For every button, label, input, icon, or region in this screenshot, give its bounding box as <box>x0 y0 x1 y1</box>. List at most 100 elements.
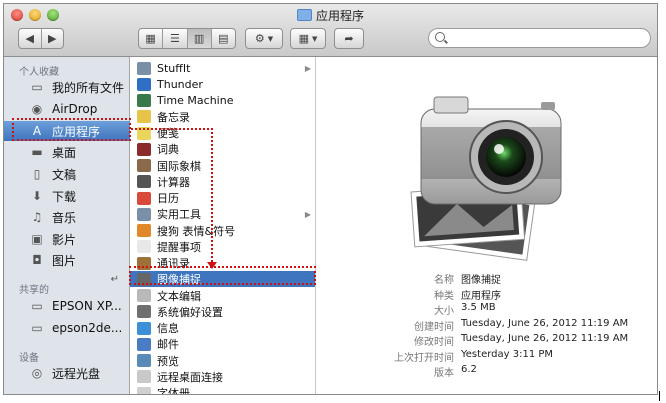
info-row: 种类 应用程序 <box>316 287 657 302</box>
pictures-icon: ◘ <box>32 253 42 267</box>
app-icon <box>137 305 151 319</box>
info-key: 名称 <box>434 275 454 286</box>
list-view-button[interactable]: ☰ <box>163 29 188 48</box>
app-icon <box>137 77 151 91</box>
sidebar-item-music[interactable]: ♫ 音乐 <box>4 207 130 227</box>
back-button[interactable]: ◀ <box>19 29 42 48</box>
app-label: 备忘录 <box>157 110 190 124</box>
sidebar-item-label: 音乐 <box>52 210 77 225</box>
grid-icon: ▦ <box>298 32 309 45</box>
arrange-menu-button[interactable]: ▦ ▼ <box>290 28 326 49</box>
action-menu-button[interactable]: ⚙ ▼ <box>245 28 283 49</box>
sidebar-section-shared: 共享的 <box>19 285 49 296</box>
desktop-icon: ▬ <box>31 145 43 159</box>
forward-button[interactable]: ▶ <box>42 29 64 48</box>
app-icon <box>137 289 151 302</box>
app-icon <box>137 370 151 384</box>
app-label: 文本编辑 <box>157 289 201 303</box>
sidebar-item-label: 影片 <box>52 232 77 247</box>
window-title-text: 应用程序 <box>315 9 364 23</box>
app-row[interactable]: 系统偏好设置 <box>130 304 315 320</box>
sidebar-item-epson-computer[interactable]: ▭ epson2de... <box>4 318 130 338</box>
music-icon: ♫ <box>31 210 43 224</box>
sidebar-section-favorites: 个人收藏 <box>19 67 59 78</box>
sidebar-item-label: 下载 <box>52 189 77 204</box>
sidebar-item-label: 我的所有文件 <box>52 80 125 95</box>
info-row: 上次打开时间 Yesterday 3:11 PM <box>316 348 657 364</box>
return-icon[interactable]: ↵ <box>111 274 119 285</box>
app-icon <box>137 94 151 107</box>
app-label: Time Machine <box>157 94 234 107</box>
sidebar-section-devices: 设备 <box>19 353 39 364</box>
annotation-arrow-path <box>131 128 213 266</box>
app-label: 系统偏好设置 <box>157 305 223 319</box>
info-key: 版本 <box>434 368 454 379</box>
info-value: 应用程序 <box>461 290 501 302</box>
sidebar-item-label: 图片 <box>52 253 77 268</box>
share-button[interactable]: ➦ <box>334 28 364 49</box>
search-field[interactable] <box>428 28 651 48</box>
sidebar-item-all-files[interactable]: ▭ 我的所有文件 <box>4 77 130 97</box>
share-icon: ➦ <box>344 32 354 45</box>
highlight-image-capture <box>129 266 316 285</box>
sidebar-item-downloads[interactable]: ⬇ 下载 <box>4 186 130 206</box>
sidebar-item-label: AirDrop <box>52 102 98 116</box>
app-icon <box>137 354 151 367</box>
info-key: 种类 <box>434 290 454 302</box>
info-value: Tuesday, June 26, 2012 11:19 AM <box>461 333 629 344</box>
info-value: Yesterday 3:11 PM <box>461 348 554 360</box>
app-label: 信息 <box>157 322 179 335</box>
app-row[interactable]: 邮件 <box>130 336 315 352</box>
app-row[interactable]: 预览 <box>130 353 315 369</box>
finder-window: 应用程序 ◀ ▶ ▦ ☰ ▥ ▤ ⚙ ▼ ▦ ▼ ➦ 个人收藏 ▭ 我的所有文件… <box>3 3 658 395</box>
downloads-icon: ⬇ <box>31 189 43 203</box>
folder-icon <box>296 9 312 21</box>
sidebar-item-movies[interactable]: ▣ 影片 <box>4 229 130 249</box>
sidebar-item-documents[interactable]: ▯ 文稿 <box>4 164 130 184</box>
info-value: 3.5 MB <box>461 302 496 313</box>
app-icon <box>137 337 151 351</box>
info-value: 图像捕捉 <box>461 275 501 286</box>
app-row[interactable]: 备忘录 <box>130 109 315 125</box>
chevron-down-icon: ▼ <box>267 34 274 43</box>
view-mode-switcher: ▦ ☰ ▥ ▤ <box>138 28 236 49</box>
app-row[interactable]: 远程桌面连接 <box>130 369 315 385</box>
app-icon <box>137 321 151 335</box>
disc-icon: ◎ <box>31 366 43 380</box>
sidebar-item-airdrop[interactable]: ◉ AirDrop <box>4 99 130 119</box>
sidebar-item-pictures[interactable]: ◘ 图片 <box>4 250 130 270</box>
app-row[interactable]: 字体册 <box>130 385 315 394</box>
app-label: 预览 <box>157 354 179 368</box>
all-files-icon: ▭ <box>31 80 43 94</box>
chevron-down-icon: ▼ <box>312 34 318 43</box>
info-key: 大小 <box>434 306 454 317</box>
app-row[interactable]: 文本编辑 <box>130 288 315 304</box>
app-label: StuffIt <box>157 61 191 75</box>
sidebar-item-desktop[interactable]: ▬ 桌面 <box>4 142 130 162</box>
disclosure-arrow-icon: ▶ <box>304 63 311 73</box>
back-forward-buttons: ◀ ▶ <box>18 28 64 49</box>
sidebar-item-label: EPSON XP... <box>52 299 122 313</box>
app-row[interactable]: StuffIt ▶ <box>130 60 315 76</box>
info-row: 修改时间 Tuesday, June 26, 2012 11:19 AM <box>316 333 657 348</box>
frame-corner-mark <box>659 391 666 401</box>
image-capture-app-icon <box>410 96 562 261</box>
sidebar-item-label: 文稿 <box>52 167 77 182</box>
app-row[interactable]: Thunder <box>130 76 315 92</box>
app-row[interactable]: 信息 <box>130 320 315 336</box>
movies-icon: ▣ <box>31 232 43 246</box>
annotation-arrow-head <box>207 262 217 269</box>
column-view-button[interactable]: ▥ <box>187 29 212 48</box>
sidebar-item-epson-printer[interactable]: ▭ EPSON XP... <box>4 296 130 316</box>
app-row[interactable]: Time Machine <box>130 93 315 109</box>
printer-icon: ▭ <box>31 299 43 313</box>
info-row: 大小 3.5 MB <box>316 302 657 317</box>
app-icon <box>137 386 151 394</box>
info-value: 6.2 <box>461 364 477 375</box>
info-key: 修改时间 <box>414 337 454 348</box>
icon-view-button[interactable]: ▦ <box>139 29 164 48</box>
coverflow-view-button[interactable]: ▤ <box>212 29 235 48</box>
folder-icon <box>137 61 151 75</box>
sidebar-item-remote-disc[interactable]: ◎ 远程光盘 <box>4 363 130 383</box>
airdrop-icon: ◉ <box>31 102 43 116</box>
